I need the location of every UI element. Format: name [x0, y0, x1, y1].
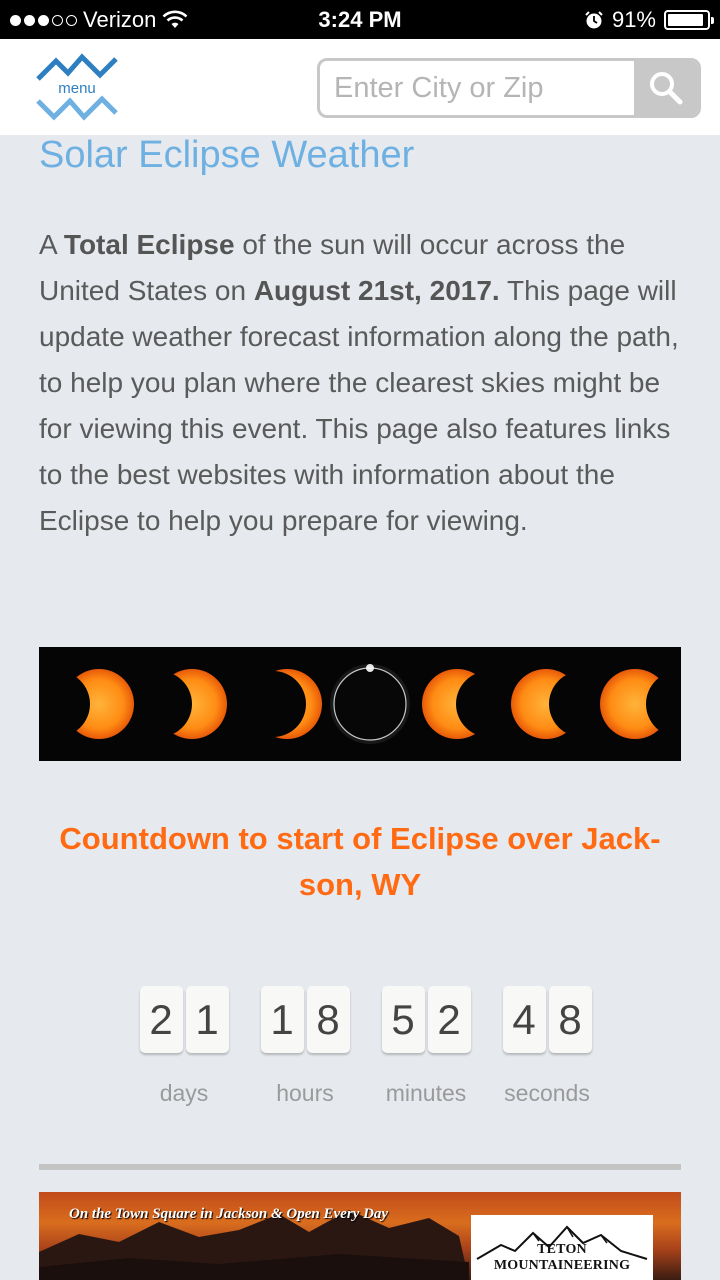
battery-percent: 91%	[611, 7, 656, 32]
battery-icon	[664, 10, 714, 30]
page-title: Solar Eclipse Weather	[39, 134, 415, 176]
eclipse-sequence-image	[39, 647, 681, 761]
ad-banner[interactable]: On the Town Square in Jackson & Open Eve…	[39, 1192, 681, 1280]
countdown-hours: 1 8 hours	[250, 986, 360, 1107]
countdown-seconds: 4 8 seconds	[492, 986, 602, 1107]
countdown-label: hours	[276, 1080, 334, 1106]
countdown-digit: 8	[548, 986, 592, 1053]
highlight-date: August 21st, 2017.	[253, 275, 500, 306]
countdown-digit: 8	[306, 986, 350, 1053]
countdown-digit: 1	[260, 986, 304, 1053]
search-icon	[650, 72, 683, 105]
countdown-days: 2 1 days	[129, 986, 239, 1107]
countdown-digit: 2	[139, 986, 183, 1053]
highlight-total-eclipse: Total Eclipse	[63, 229, 235, 260]
ad-tagline: On the Town Square in Jackson & Open Eve…	[69, 1206, 389, 1222]
countdown-digit: 1	[185, 986, 229, 1053]
search-button[interactable]	[634, 61, 698, 115]
status-bar: Verizon 3:24 PM 91%	[0, 0, 720, 39]
countdown-digit: 2	[427, 986, 471, 1053]
menu-label: menu	[58, 80, 96, 97]
status-right: 91%	[584, 7, 714, 33]
ad-logo-text: TETON MOUNTAINEERING	[493, 1242, 631, 1273]
search-box	[317, 58, 701, 118]
ad-logo: TETON MOUNTAINEERING	[471, 1215, 653, 1280]
intro-paragraph: A Total Eclipse of the sun will occur ac…	[39, 229, 679, 536]
alarm-clock-icon	[585, 11, 603, 29]
countdown-digit: 4	[502, 986, 546, 1053]
menu-logo-button[interactable]: menu	[36, 49, 118, 125]
section-divider	[39, 1164, 681, 1170]
site-header: menu	[0, 39, 720, 135]
countdown-label: days	[159, 1080, 209, 1106]
countdown-title: Countdown to start of Eclipse over Jack-…	[59, 821, 661, 902]
countdown-digit: 5	[381, 986, 425, 1053]
countdown-label: minutes	[385, 1080, 467, 1106]
countdown-label: seconds	[504, 1080, 590, 1106]
countdown-minutes: 5 2 minutes	[371, 986, 481, 1107]
search-input[interactable]	[320, 61, 638, 115]
